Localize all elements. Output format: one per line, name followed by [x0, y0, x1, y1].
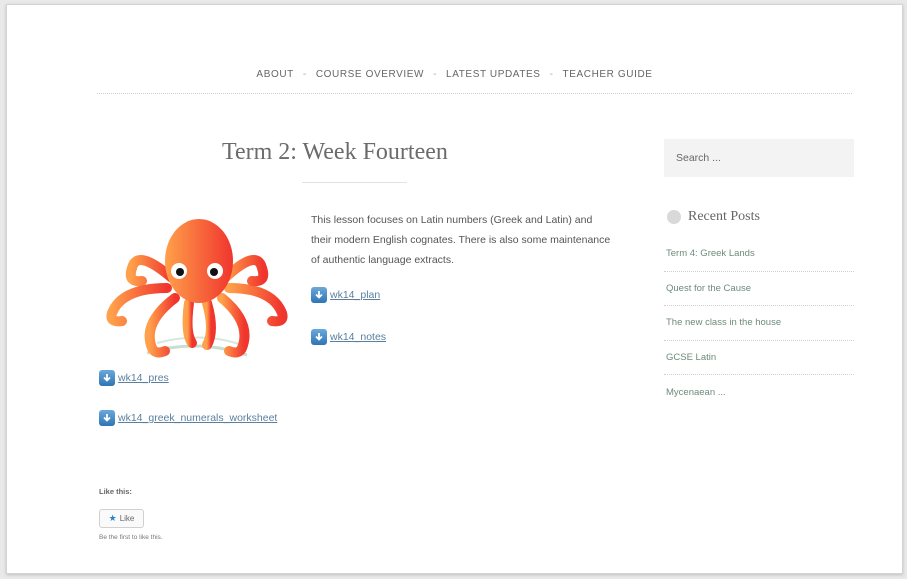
nav-separator: -	[433, 69, 438, 80]
nav-teacher-guide[interactable]: TEACHER GUIDE	[563, 69, 653, 80]
title-divider	[302, 182, 407, 183]
attachment-label: wk14_pres	[118, 372, 169, 384]
like-note: Be the first to like this.	[99, 534, 163, 541]
recent-post-link[interactable]: Quest for the Cause	[664, 272, 854, 306]
recent-post-link[interactable]: The new class in the house	[664, 306, 854, 341]
nav-about[interactable]: ABOUT	[256, 69, 293, 80]
recent-post-link[interactable]: Mycenaean ...	[664, 375, 854, 410]
nav-divider	[97, 93, 852, 94]
octopus-illustration	[106, 219, 288, 358]
recent-posts-list: Term 4: Greek Lands Quest for the Cause …	[664, 237, 854, 410]
attachment-label: wk14_greek_numerals_worksheet	[118, 412, 278, 424]
like-this-label: Like this:	[99, 487, 132, 496]
attachment-link[interactable]: wk14_plan	[311, 287, 380, 303]
nav-latest-updates[interactable]: LATEST UPDATES	[446, 69, 541, 80]
attachment-link[interactable]: wk14_notes	[311, 329, 386, 345]
recent-post-link[interactable]: GCSE Latin	[664, 341, 854, 375]
nav-separator: -	[549, 69, 554, 80]
star-icon: ★	[108, 513, 117, 523]
nav-course-overview[interactable]: COURSE OVERVIEW	[316, 69, 424, 80]
attachment-label: wk14_notes	[330, 331, 387, 343]
like-button-label: Like	[119, 514, 135, 523]
post-intro: This lesson focuses on Latin numbers (Gr…	[311, 214, 611, 266]
download-icon	[99, 410, 115, 426]
download-icon	[311, 329, 327, 345]
attachment-link[interactable]: wk14_pres	[99, 370, 169, 386]
attachment-label: wk14_plan	[330, 289, 381, 301]
recent-posts-heading: Recent Posts	[667, 209, 760, 225]
download-icon	[99, 370, 115, 386]
recent-post-link[interactable]: Term 4: Greek Lands	[664, 237, 854, 272]
attachment-link[interactable]: wk14_greek_numerals_worksheet	[99, 410, 277, 426]
recent-posts-title: Recent Posts	[688, 209, 760, 224]
download-icon	[311, 287, 327, 303]
nav-separator: -	[302, 69, 307, 80]
like-button[interactable]: ★ Like	[99, 509, 144, 528]
top-navigation: ABOUT - COURSE OVERVIEW - LATEST UPDATES - TEA…	[7, 69, 902, 80]
circle-icon	[667, 210, 681, 224]
post-title: Term 2: Week Fourteen	[222, 139, 448, 165]
search-input[interactable]	[664, 139, 854, 177]
browser-window: ABOUT - COURSE OVERVIEW - LATEST UPDATES - TEA…	[6, 4, 903, 574]
